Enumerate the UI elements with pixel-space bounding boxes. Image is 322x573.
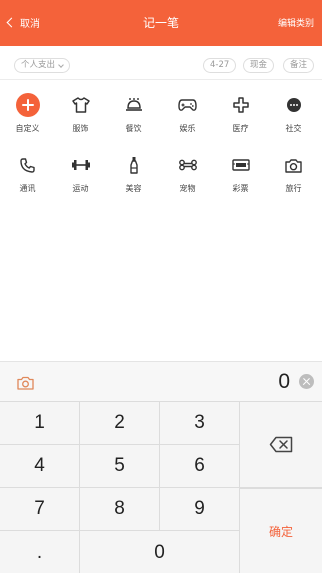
amount-bar: 0	[0, 361, 322, 401]
key-4[interactable]: 4	[0, 445, 80, 488]
category-label: 宠物	[179, 184, 196, 193]
category-label: 自定义	[15, 124, 40, 133]
category-travel[interactable]: 旅行	[267, 150, 320, 200]
category-label: 运动	[72, 184, 89, 193]
backspace-icon	[269, 436, 293, 453]
clear-icon[interactable]	[299, 374, 314, 389]
edit-categories-button[interactable]: 编辑类别	[278, 16, 314, 29]
page-title: 记一笔	[142, 16, 179, 30]
bone-icon	[175, 152, 201, 178]
category-dining[interactable]: 餐饮	[107, 90, 160, 140]
phone-icon	[15, 152, 41, 178]
dumbbell-icon	[68, 152, 94, 178]
perfume-bottle-icon	[121, 152, 147, 178]
key-8[interactable]: 8	[80, 488, 160, 531]
category-custom[interactable]: 自定义	[1, 90, 54, 140]
category-label: 医疗	[232, 124, 249, 133]
chevron-down-icon	[58, 61, 64, 68]
account-button[interactable]: 现金	[243, 58, 275, 73]
category-telecom[interactable]: 通讯	[1, 150, 54, 200]
type-label: 个人支出	[21, 60, 56, 70]
category-beauty[interactable]: 美容	[107, 150, 160, 200]
category-pets[interactable]: 宠物	[161, 150, 214, 200]
camera-icon	[281, 152, 307, 178]
key-6[interactable]: 6	[160, 445, 240, 488]
backspace-button[interactable]	[240, 402, 322, 488]
category-label: 餐饮	[125, 124, 142, 133]
lottery-ticket-icon	[228, 152, 254, 178]
key-1[interactable]: 1	[0, 402, 80, 445]
gamepad-icon	[175, 92, 201, 118]
key-2[interactable]: 2	[80, 402, 160, 445]
category-label: 服饰	[72, 124, 89, 133]
category-social[interactable]: 社交	[267, 90, 320, 140]
photo-camera-icon[interactable]	[17, 375, 34, 394]
category-lottery[interactable]: 彩票	[214, 150, 267, 200]
key-5[interactable]: 5	[80, 445, 160, 488]
key-3[interactable]: 3	[160, 402, 240, 445]
category-entertainment[interactable]: 娱乐	[161, 90, 214, 140]
date-button[interactable]: 4-27	[203, 58, 237, 73]
dish-cloche-icon	[121, 92, 147, 118]
confirm-button[interactable]: 确定	[240, 488, 322, 573]
medical-cross-icon	[228, 92, 254, 118]
number-keypad: 1 2 3 4 5 6 7 8 9 . 0 确定	[0, 401, 322, 573]
type-selector[interactable]: 个人支出	[14, 58, 71, 73]
shirt-icon	[68, 92, 94, 118]
note-button[interactable]: 备注	[283, 58, 315, 73]
category-label: 旅行	[285, 184, 302, 193]
amount-display: 0	[278, 370, 290, 393]
plus-circle-icon	[15, 92, 41, 118]
chat-bubble-icon	[281, 92, 307, 118]
category-clothing[interactable]: 服饰	[54, 90, 107, 140]
category-label: 娱乐	[179, 124, 196, 133]
category-label: 通讯	[19, 184, 36, 193]
category-label: 社交	[285, 124, 302, 133]
key-7[interactable]: 7	[0, 488, 80, 531]
category-sports[interactable]: 运动	[54, 150, 107, 200]
nav-header: 取消 记一笔 编辑类别	[0, 0, 322, 46]
key-0[interactable]: 0	[80, 531, 240, 573]
entry-options-bar: 个人支出 4-27 现金 备注	[0, 46, 322, 80]
key-decimal[interactable]: .	[0, 531, 80, 573]
category-label: 彩票	[232, 184, 249, 193]
category-medical[interactable]: 医疗	[214, 90, 267, 140]
key-9[interactable]: 9	[160, 488, 240, 531]
category-label: 美容	[125, 184, 142, 193]
